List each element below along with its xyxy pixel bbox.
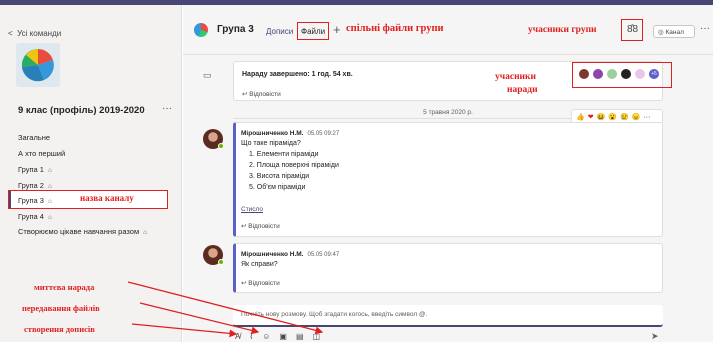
reply-link[interactable]: ↩ Відповісти	[241, 222, 280, 230]
sad-reaction-icon[interactable]: 😢	[620, 113, 629, 121]
heart-reaction-icon[interactable]: ❤	[588, 113, 594, 121]
message-card: Мірошниченко Н.М. 05.05 09:47 Як справи? …	[233, 243, 663, 293]
team-avatar	[16, 43, 60, 87]
meet-now-icon[interactable]: ◫	[313, 332, 321, 341]
files-tab-highlight-box	[297, 22, 329, 40]
message-author: Мірошниченко Н.М.	[241, 130, 304, 137]
attach-file-icon[interactable]: ⌇	[249, 332, 253, 341]
annotation-meeting-members-2: наради	[507, 85, 538, 95]
compose-box[interactable]: Почніть нову розмову. Щоб згадати когось…	[233, 305, 663, 327]
back-label: Усі команди	[17, 29, 62, 38]
channel-main-area: Група 3 Дописи Файли + спільні файли гру…	[183, 5, 713, 342]
more-options-icon[interactable]: ···	[700, 23, 710, 34]
message-time: 05.05 09:27	[307, 131, 340, 137]
channel-item-group-2[interactable]: Група 2 ⌂	[18, 181, 52, 190]
message-line: 5. Об'єм піраміди	[249, 184, 306, 191]
avatar[interactable]	[203, 129, 224, 149]
channel-title: Група 3	[217, 24, 254, 35]
compose-toolbar: A̸ ⌇ ☺ ▣ ▤ ◫	[235, 332, 320, 341]
members-icon-highlight-box	[621, 19, 643, 41]
participant-avatar	[579, 69, 589, 79]
channel-label: Створюємо цікаве навчання разом	[18, 227, 140, 236]
message-line: 1. Елементи піраміди	[249, 151, 319, 158]
annotation-file-transfer: передавання файлів	[22, 303, 100, 313]
annotation-meeting-members-1: учасники	[495, 72, 536, 82]
more-participants-badge: +5	[649, 69, 659, 79]
sticker-icon[interactable]: ▤	[296, 332, 304, 341]
online-status-icon	[218, 143, 224, 149]
lock-icon: ⌂	[47, 214, 52, 221]
team-name: 9 клас (профіль) 2019-2020	[18, 105, 145, 116]
message-time: 05.05 09:47	[307, 252, 340, 258]
compose-placeholder: Почніть нову розмову. Щоб згадати когось…	[241, 311, 428, 318]
message-card: Мірошниченко Н.М. 05.05 09:27 Що таке пір…	[233, 122, 663, 237]
gif-icon[interactable]: ▣	[279, 332, 287, 341]
channel-label: Група 2	[18, 181, 44, 190]
participant-avatar	[635, 69, 645, 79]
annotation-create-posts: створення дописів	[24, 324, 95, 334]
meeting-ended-text: Нараду завершено: 1 год. 54 хв.	[242, 71, 353, 78]
channel-info-button[interactable]: ◎ Канал	[653, 25, 695, 38]
laugh-reaction-icon[interactable]: 😆	[597, 113, 606, 121]
tab-posts[interactable]: Дописи	[266, 27, 293, 36]
avatar[interactable]	[203, 245, 224, 265]
angry-reaction-icon[interactable]: 😠	[632, 113, 641, 121]
message-line: 3. Висота піраміди	[249, 173, 310, 180]
channel-item-who-first[interactable]: А хто перший	[18, 149, 65, 158]
channel-item-creating-learning[interactable]: Створюємо цікаве навчання разом ⌂	[18, 227, 147, 236]
team-pie-logo	[16, 43, 60, 87]
participant-avatar	[621, 69, 631, 79]
lock-icon: ⌂	[143, 229, 148, 236]
reply-link[interactable]: ↩ Відповісти	[242, 90, 281, 98]
chevron-left-icon: <	[8, 29, 18, 38]
more-options-icon[interactable]: ···	[643, 114, 650, 121]
message-line: Як справи?	[241, 261, 278, 268]
message-line: 2. Площа поверхні піраміди	[249, 162, 339, 169]
sidebar: < Усі команди 9 клас (профіль) 2019-2020…	[0, 5, 182, 342]
participant-avatar	[607, 69, 617, 79]
format-icon[interactable]: A̸	[235, 332, 240, 341]
channel-header: Група 3 Дописи Файли + спільні файли гру…	[183, 5, 713, 55]
send-icon[interactable]: ➤	[651, 331, 659, 342]
like-reaction-icon[interactable]: 👍	[576, 113, 585, 121]
message-header: Мірошниченко Н.М. 05.05 09:27	[241, 128, 339, 137]
collapse-link[interactable]: Стисло	[241, 206, 263, 213]
participant-avatar	[593, 69, 603, 79]
video-camera-icon: ▭	[203, 70, 212, 80]
reply-link[interactable]: ↩ Відповісти	[241, 279, 280, 287]
surprised-reaction-icon[interactable]: 😮	[608, 113, 617, 121]
message-header: Мірошниченко Н.М. 05.05 09:47	[241, 249, 339, 258]
channel-item-group-1[interactable]: Група 1 ⌂	[18, 165, 52, 174]
message-author: Мірошниченко Н.М.	[241, 251, 304, 258]
channel-team-icon	[194, 23, 208, 37]
back-to-teams-link[interactable]: < Усі команди	[8, 29, 61, 38]
team-more-options-button[interactable]: ···	[162, 103, 172, 114]
lock-icon: ⌂	[47, 183, 52, 190]
emoji-icon[interactable]: ☺	[262, 332, 270, 341]
add-tab-button[interactable]: +	[333, 22, 341, 37]
annotation-instant-meeting: миттєва нарада	[34, 282, 95, 292]
channel-label: Загальне	[18, 133, 51, 142]
annotation-shared-files: спільні файли групи	[346, 23, 444, 34]
channel-item-general[interactable]: Загальне	[18, 133, 50, 142]
annotation-group-members: учасники групи	[528, 25, 597, 35]
channel-label: Група 1	[18, 165, 44, 174]
channel-label: А хто перший	[18, 149, 66, 158]
channel-item-group-4[interactable]: Група 4 ⌂	[18, 212, 52, 221]
annotation-channel-name: назва каналу	[80, 193, 134, 203]
lock-icon: ⌂	[47, 167, 52, 174]
online-status-icon	[218, 259, 224, 265]
message-line: Що таке піраміда?	[241, 140, 301, 147]
channel-label: Група 4	[18, 212, 44, 221]
